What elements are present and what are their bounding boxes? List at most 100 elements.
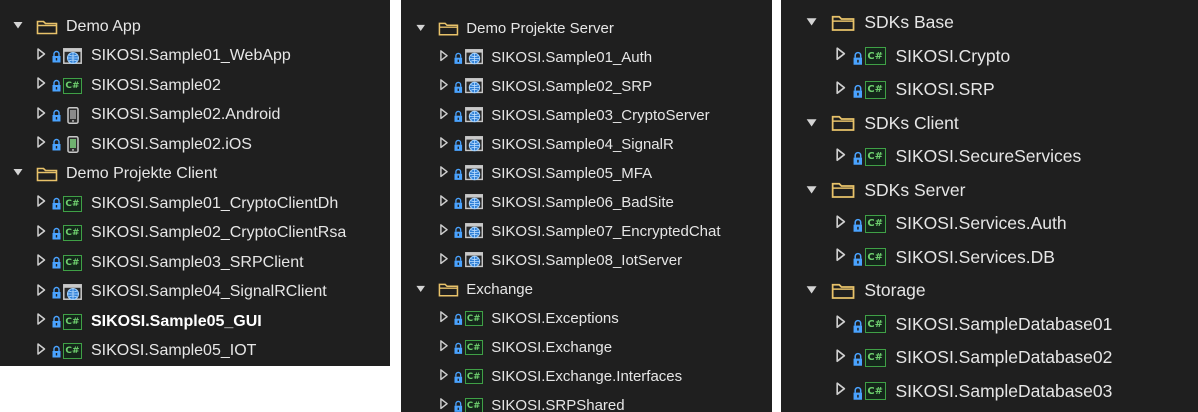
collapse-arrow-icon[interactable] [12, 165, 24, 183]
expand-arrow-icon[interactable] [835, 314, 846, 335]
solution-folder-row[interactable]: Demo App [0, 12, 390, 42]
project-row[interactable]: SIKOSI.Sample01_Auth [401, 43, 772, 72]
expand-arrow-icon[interactable] [36, 76, 46, 95]
project-label: SIKOSI.SecureServices [895, 146, 1082, 167]
project-row[interactable]: C# SIKOSI.Exchange.Interfaces [401, 362, 772, 391]
expand-arrow-icon[interactable] [439, 49, 449, 66]
expand-arrow-icon[interactable] [36, 253, 46, 272]
solution-folder-row[interactable]: SDKs Server [781, 174, 1198, 208]
project-row[interactable]: C# SIKOSI.SampleDatabase03 [781, 375, 1198, 409]
project-row[interactable]: C# SIKOSI.SampleDatabase01 [781, 308, 1198, 342]
collapse-arrow-icon[interactable] [415, 20, 426, 37]
expand-arrow-icon[interactable] [439, 397, 449, 412]
expand-arrow-icon[interactable] [36, 135, 46, 154]
expand-arrow-icon[interactable] [835, 347, 846, 368]
expand-arrow-icon[interactable] [835, 381, 846, 402]
lock-icon [853, 351, 863, 367]
expand-arrow-icon[interactable] [439, 368, 449, 385]
expand-arrow-icon[interactable] [439, 136, 449, 153]
lock-icon [853, 250, 863, 266]
csharp-project-icon: C# [63, 343, 82, 360]
project-row[interactable]: SIKOSI.Sample06_BadSite [401, 188, 772, 217]
project-row[interactable]: C# SIKOSI.Sample02 [0, 71, 390, 101]
expand-arrow-icon[interactable] [36, 342, 46, 361]
expand-arrow-icon[interactable] [439, 310, 449, 327]
project-row[interactable]: C# SIKOSI.Crypto [781, 40, 1198, 74]
project-row[interactable]: SIKOSI.Sample02_SRP [401, 72, 772, 101]
expand-arrow-icon[interactable] [36, 194, 46, 213]
collapse-arrow-icon[interactable] [805, 280, 818, 301]
expand-arrow-icon[interactable] [439, 339, 449, 356]
lock-icon [454, 138, 463, 151]
project-row[interactable]: SIKOSI.Sample01_WebApp [0, 42, 390, 72]
folder-icon [831, 14, 855, 32]
csharp-project-icon: C# [63, 77, 82, 94]
solution-folder-row[interactable]: Demo Projekte Client [0, 160, 390, 190]
expand-arrow-icon[interactable] [835, 79, 846, 100]
project-row[interactable]: C# SIKOSI.Sample02_CryptoClientRsa [0, 219, 390, 249]
expand-arrow-icon[interactable] [835, 146, 846, 167]
project-row[interactable]: SIKOSI.Sample02.Android [0, 101, 390, 131]
project-row[interactable]: C# SIKOSI.Exceptions [401, 304, 772, 333]
collapse-arrow-icon[interactable] [415, 281, 426, 298]
project-row[interactable]: C# SIKOSI.Sample05_IOT [0, 337, 390, 367]
folder-label: SDKs Base [864, 12, 954, 33]
project-row[interactable]: C# SIKOSI.Sample01_CryptoClientDh [0, 189, 390, 219]
collapse-arrow-icon[interactable] [805, 113, 818, 134]
web-project-icon [63, 47, 82, 65]
solution-folder-row[interactable]: Demo Projekte Server [401, 14, 772, 43]
project-row[interactable]: C# SIKOSI.Sample05_GUI [0, 307, 390, 337]
project-row[interactable]: SIKOSI.Sample04_SignalR [401, 130, 772, 159]
project-row[interactable]: SIKOSI.Sample05_MFA [401, 159, 772, 188]
project-row[interactable]: SIKOSI.Sample03_CryptoServer [401, 101, 772, 130]
expand-arrow-icon[interactable] [36, 224, 46, 243]
project-label: SIKOSI.Sample03_CryptoServer [491, 107, 710, 124]
lock-icon [853, 384, 863, 400]
expand-arrow-icon[interactable] [439, 78, 449, 95]
solution-folder-row[interactable]: Storage [781, 274, 1198, 308]
project-row[interactable]: C# SIKOSI.Services.DB [781, 241, 1198, 275]
project-row[interactable]: C# SIKOSI.SecureServices [781, 140, 1198, 174]
project-row[interactable]: SIKOSI.Sample08_IotServer [401, 246, 772, 275]
expand-arrow-icon[interactable] [439, 107, 449, 124]
project-row[interactable]: C# SIKOSI.Exchange [401, 333, 772, 362]
project-row[interactable]: SIKOSI.Sample04_SignalRClient [0, 278, 390, 308]
expand-arrow-icon[interactable] [439, 223, 449, 240]
csharp-project-icon: C# [63, 195, 82, 212]
project-label: SIKOSI.Sample02_SRP [491, 78, 653, 95]
project-label: SIKOSI.SampleDatabase01 [895, 313, 1113, 334]
expand-arrow-icon[interactable] [439, 252, 449, 269]
project-row[interactable]: C# SIKOSI.SRPShared [401, 391, 772, 412]
expand-arrow-icon[interactable] [36, 47, 46, 66]
collapse-arrow-icon[interactable] [12, 18, 24, 36]
project-label: SIKOSI.Sample03_SRPClient [91, 253, 304, 271]
folder-label: SDKs Client [864, 112, 959, 133]
solution-folder-row[interactable]: SDKs Base [781, 6, 1198, 40]
project-label: SIKOSI.Sample02.Android [91, 106, 281, 124]
project-row[interactable]: SIKOSI.Sample02.iOS [0, 130, 390, 160]
lock-icon [454, 109, 463, 122]
expand-arrow-icon[interactable] [36, 106, 46, 125]
expand-arrow-icon[interactable] [835, 213, 846, 234]
project-row[interactable]: C# SIKOSI.SampleDatabase02 [781, 341, 1198, 375]
lock-icon [454, 225, 463, 238]
lock-icon [454, 51, 463, 64]
project-row[interactable]: C# SIKOSI.Services.Auth [781, 207, 1198, 241]
expand-arrow-icon[interactable] [439, 165, 449, 182]
expand-arrow-icon[interactable] [36, 283, 46, 302]
expand-arrow-icon[interactable] [36, 312, 46, 331]
expand-arrow-icon[interactable] [835, 247, 846, 268]
solution-folder-row[interactable]: SDKs Client [781, 107, 1198, 141]
expand-arrow-icon[interactable] [439, 194, 449, 211]
collapse-arrow-icon[interactable] [805, 180, 818, 201]
project-row[interactable]: SIKOSI.Sample07_EncryptedChat [401, 217, 772, 246]
project-row[interactable]: C# SIKOSI.Sample03_SRPClient [0, 248, 390, 278]
solution-folder-row[interactable]: Exchange [401, 275, 772, 304]
web-project-icon [464, 49, 483, 65]
collapse-arrow-icon[interactable] [805, 12, 818, 33]
csharp-project-icon: C# [63, 254, 82, 271]
project-row[interactable]: C# SIKOSI.SRP [781, 73, 1198, 107]
lock-icon [52, 227, 61, 240]
expand-arrow-icon[interactable] [835, 46, 846, 67]
project-label: SIKOSI.SRPShared [491, 397, 625, 412]
